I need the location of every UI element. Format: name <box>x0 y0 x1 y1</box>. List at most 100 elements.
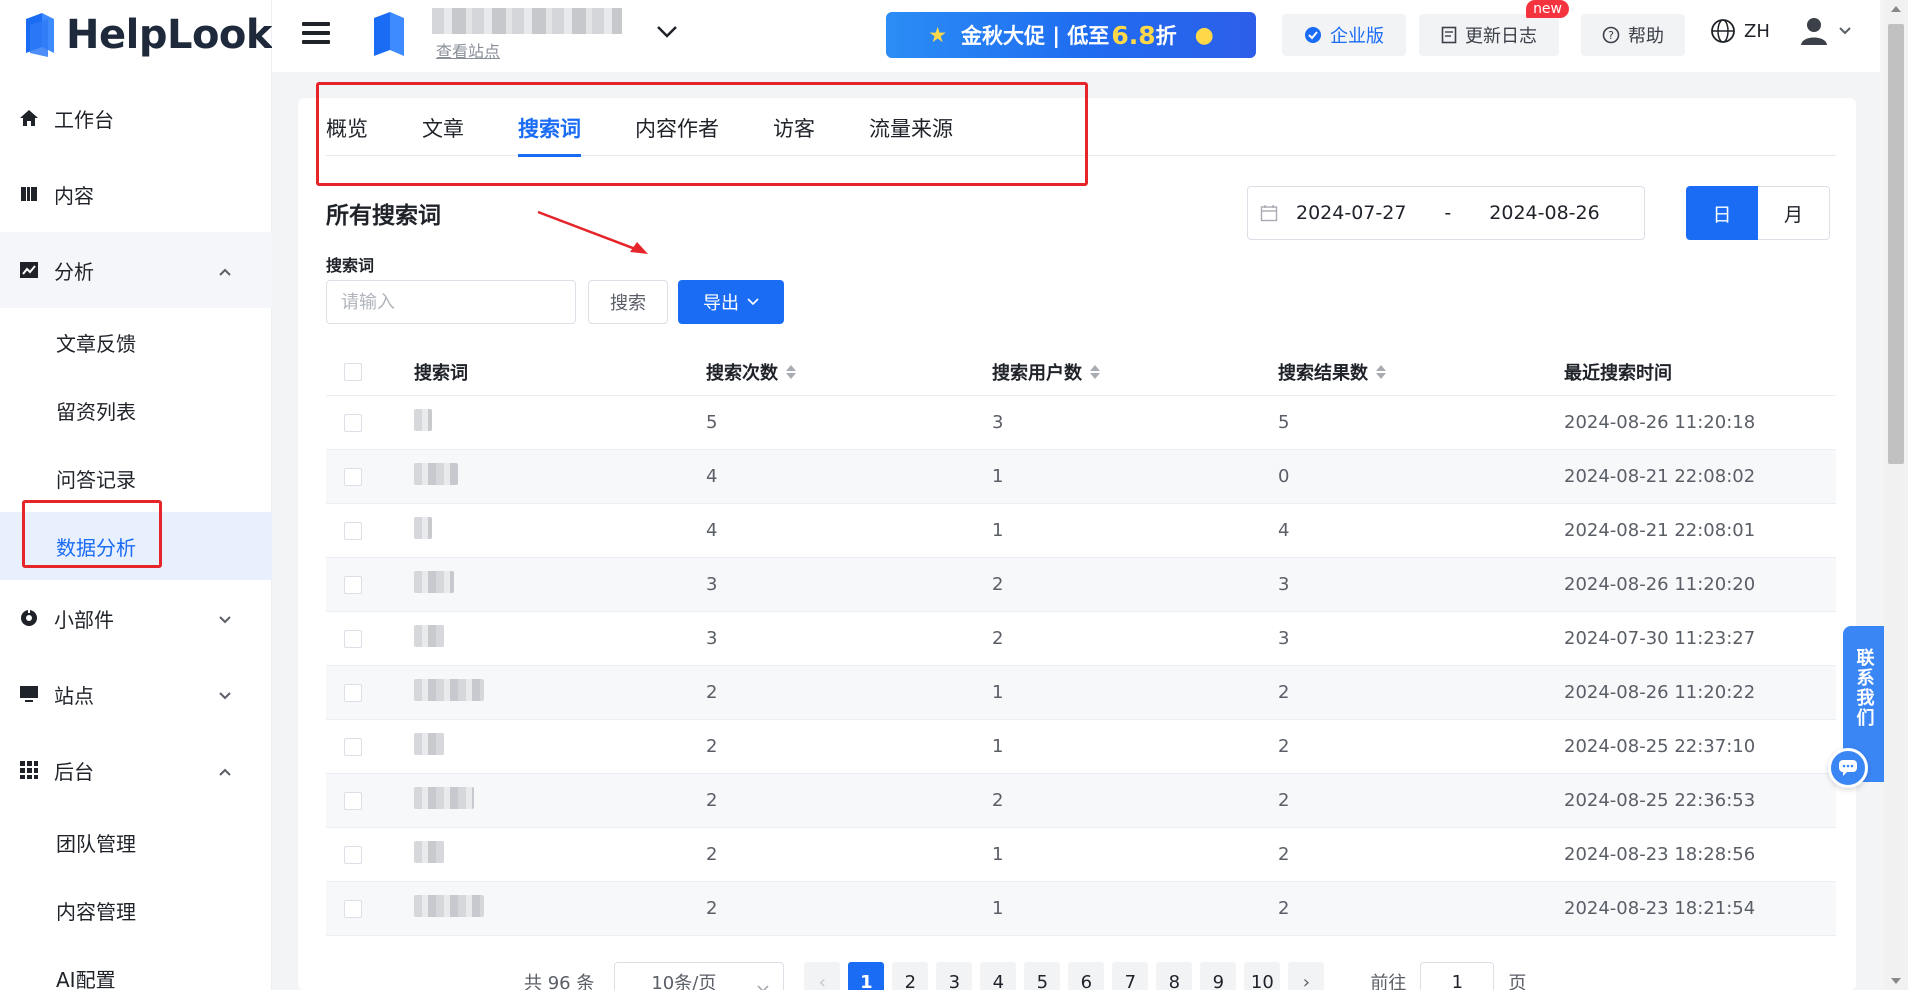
tab-content-authors[interactable]: 内容作者 <box>635 98 719 156</box>
monitor-icon <box>18 683 40 705</box>
sort-icon[interactable] <box>786 364 796 379</box>
page-button[interactable]: 8 <box>1156 962 1193 990</box>
sidebar-item-analysis[interactable]: 分析 <box>0 232 272 308</box>
goto-page: 前往 1 页 <box>1370 962 1526 990</box>
grid-icon <box>18 759 40 781</box>
sort-icon[interactable] <box>1376 364 1386 379</box>
row-checkbox[interactable] <box>344 683 362 702</box>
page-button[interactable]: 2 <box>892 962 929 990</box>
chat-bubble-icon[interactable] <box>1828 748 1868 788</box>
sidebar-item-team-management[interactable]: 团队管理 <box>0 808 272 876</box>
brand-logo[interactable]: HelpLook <box>22 10 273 60</box>
row-checkbox[interactable] <box>344 899 362 918</box>
table-body: 5 3 5 2024-08-26 11:20:18 4 1 0 2024-08-21 22:0… <box>326 396 1836 936</box>
user-menu[interactable] <box>1800 16 1852 46</box>
search-term-redacted <box>414 733 444 755</box>
view-site-link[interactable]: 查看站点 <box>436 38 500 62</box>
page-button[interactable]: 3 <box>936 962 973 990</box>
scrollbar-thumb[interactable] <box>1888 24 1904 464</box>
row-checkbox[interactable] <box>344 791 362 810</box>
row-checkbox[interactable] <box>344 521 362 540</box>
cell-users: 3 <box>992 412 1004 433</box>
sidebar-item-backend[interactable]: 后台 <box>0 732 272 808</box>
enterprise-label: 企业版 <box>1330 26 1384 47</box>
sidebar-item-workbench[interactable]: 工作台 <box>0 80 272 156</box>
cell-results: 2 <box>1278 898 1290 919</box>
menu-toggle-icon[interactable] <box>302 22 330 48</box>
day-toggle-button[interactable]: 日 <box>1686 186 1758 240</box>
page-button[interactable]: 9 <box>1200 962 1237 990</box>
sidebar-item-widgets[interactable]: 小部件 <box>0 580 272 656</box>
row-checkbox[interactable] <box>344 629 362 648</box>
cell-last-time: 2024-08-23 18:28:56 <box>1564 844 1756 865</box>
star-icon: ★ <box>928 23 948 47</box>
page-button[interactable]: 4 <box>980 962 1017 990</box>
goto-suffix: 页 <box>1508 973 1527 990</box>
cell-searches: 2 <box>706 898 718 919</box>
page-size-select[interactable]: 10条/页 <box>614 962 785 990</box>
gift-icon: ● <box>1194 22 1214 48</box>
cell-results: 2 <box>1278 682 1290 703</box>
date-start[interactable]: 2024-07-27 <box>1296 202 1406 224</box>
language-switcher[interactable]: ZH <box>1710 18 1770 44</box>
changelog-label: 更新日志 <box>1465 26 1537 47</box>
date-range-picker[interactable]: 2024-07-27 - 2024-08-26 <box>1247 186 1645 240</box>
column-label: 搜索用户数 <box>992 362 1082 384</box>
sidebar-item-leads-list[interactable]: 留资列表 <box>0 376 272 444</box>
page-button[interactable]: 7 <box>1112 962 1149 990</box>
table-header-row: 搜索词 搜索次数 搜索用户数 搜索结果数 最近搜索时间 <box>326 348 1836 396</box>
row-checkbox[interactable] <box>344 413 362 432</box>
search-input[interactable] <box>326 280 576 324</box>
sidebar-item-site[interactable]: 站点 <box>0 656 272 732</box>
pagination: 共 96 条 10条/页 ‹ 1 2 3 4 5 6 7 8 9 10 › 前往 1 页 <box>524 962 1526 990</box>
search-button[interactable]: 搜索 <box>588 280 668 324</box>
promo-banner[interactable]: ★ 金秋大促 | 低至 6.8 折 ● <box>886 12 1256 58</box>
document-icon <box>1441 26 1457 44</box>
help-label: 帮助 <box>1628 26 1664 47</box>
tab-articles[interactable]: 文章 <box>422 98 464 156</box>
chevron-up-icon <box>218 258 232 282</box>
search-term-label: 搜索词 <box>326 256 375 275</box>
prev-page-button[interactable]: ‹ <box>804 962 841 990</box>
scroll-down-icon[interactable] <box>1891 978 1901 984</box>
page-button[interactable]: 6 <box>1068 962 1105 990</box>
sort-icon[interactable] <box>1090 364 1100 379</box>
column-header-searches[interactable]: 搜索次数 <box>706 359 992 385</box>
cell-searches: 3 <box>706 574 718 595</box>
row-checkbox[interactable] <box>344 845 362 864</box>
column-header-users[interactable]: 搜索用户数 <box>992 359 1278 385</box>
sidebar-item-content-management[interactable]: 内容管理 <box>0 876 272 944</box>
help-button[interactable]: ? 帮助 <box>1581 14 1685 56</box>
cell-users: 1 <box>992 466 1004 487</box>
sidebar-item-qa-records[interactable]: 问答记录 <box>0 444 272 512</box>
site-switch-chevron-icon[interactable] <box>656 24 678 43</box>
sidebar-item-label: 后台 <box>54 759 94 784</box>
page-scrollbar[interactable] <box>1884 0 1908 990</box>
export-button[interactable]: 导出 <box>678 280 784 324</box>
tab-traffic-sources[interactable]: 流量来源 <box>869 98 953 156</box>
enterprise-button[interactable]: 企业版 <box>1282 14 1406 56</box>
page-button[interactable]: 5 <box>1024 962 1061 990</box>
page-button[interactable]: 1 <box>848 962 885 990</box>
page-button[interactable]: 10 <box>1244 962 1281 990</box>
check-badge-icon <box>1304 26 1322 44</box>
row-checkbox[interactable] <box>344 467 362 486</box>
date-end[interactable]: 2024-08-26 <box>1489 202 1599 224</box>
scroll-up-icon[interactable] <box>1891 6 1901 12</box>
sidebar-item-article-feedback[interactable]: 文章反馈 <box>0 308 272 376</box>
sidebar-item-data-analysis[interactable]: 数据分析 <box>0 512 272 580</box>
month-toggle-button[interactable]: 月 <box>1758 186 1830 240</box>
tab-overview[interactable]: 概览 <box>326 98 368 156</box>
tab-visitors[interactable]: 访客 <box>773 98 815 156</box>
tab-search-terms[interactable]: 搜索词 <box>518 98 581 157</box>
analytics-card: 概览 文章 搜索词 内容作者 访客 流量来源 所有搜索词 2024-07-27 … <box>298 82 1856 990</box>
column-header-results[interactable]: 搜索结果数 <box>1278 359 1564 385</box>
next-page-button[interactable]: › <box>1288 962 1325 990</box>
row-checkbox[interactable] <box>344 737 362 756</box>
sidebar-item-ai-config[interactable]: AI配置 <box>0 944 272 990</box>
sidebar-item-content[interactable]: 内容 <box>0 156 272 232</box>
goto-page-input[interactable]: 1 <box>1420 962 1495 990</box>
changelog-button[interactable]: 更新日志 new <box>1419 0 1569 56</box>
row-checkbox[interactable] <box>344 575 362 594</box>
select-all-checkbox[interactable] <box>344 362 362 381</box>
